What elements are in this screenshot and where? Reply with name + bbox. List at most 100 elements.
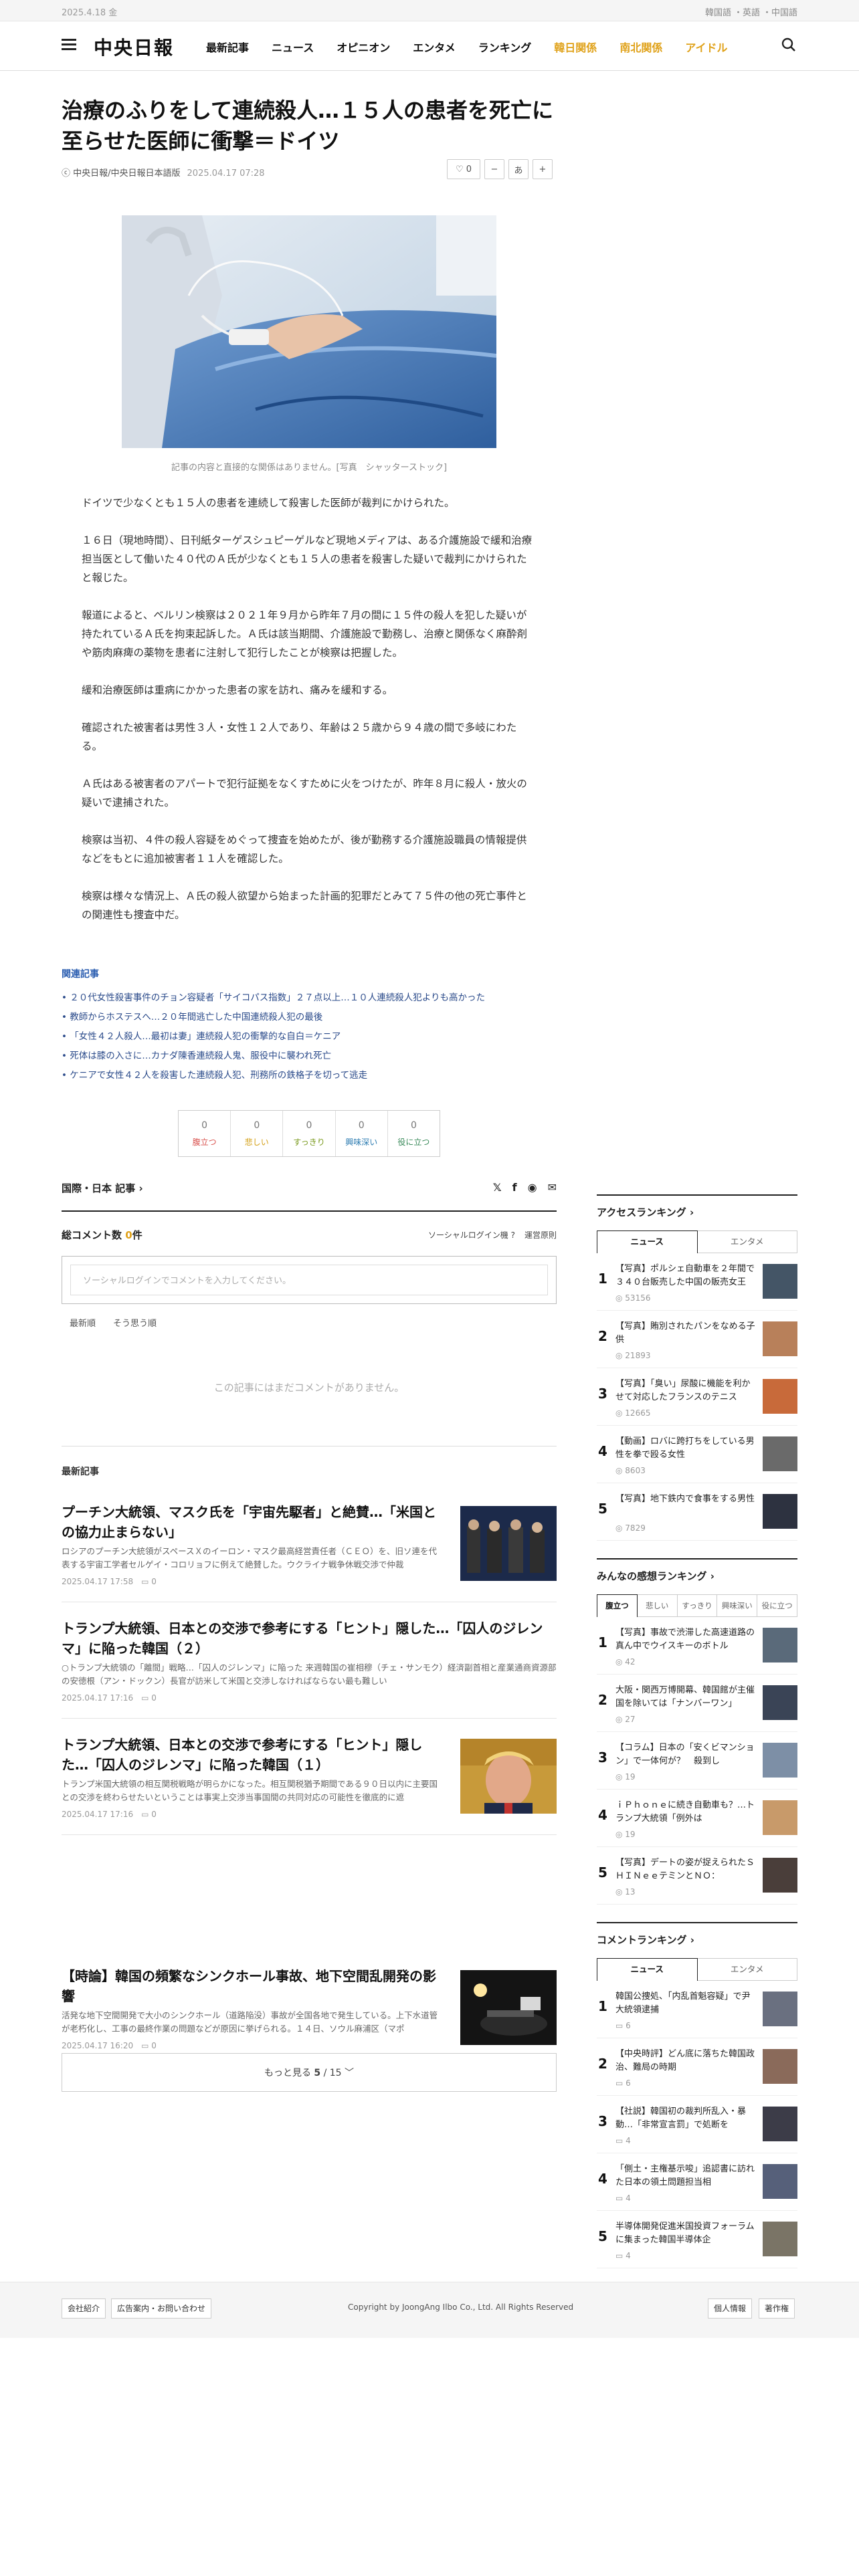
x-share-icon[interactable]: 𝕏	[493, 1181, 502, 1194]
menu-icon[interactable]	[62, 39, 76, 51]
related-label: 関連記事	[62, 969, 99, 980]
latest-article[interactable]: トランプ大統領、日本との交渉で参考にする「ヒント」隠した…「囚人のジレンマ」に陥…	[62, 1735, 557, 1835]
view-icon: ◎	[615, 1772, 626, 1782]
access-ranking-title[interactable]: アクセスランキング ›	[597, 1194, 797, 1225]
chevron-down-icon: ﹀	[345, 2068, 355, 2078]
font-increase-button[interactable]: +	[533, 159, 553, 179]
hospital-bed-illustration	[122, 215, 496, 448]
sort-latest[interactable]: 最新順	[70, 1319, 96, 1329]
comment-policy-link[interactable]: 運営原則	[524, 1229, 557, 1241]
latest-thumb[interactable]	[460, 1970, 557, 2045]
ranking-thumb	[763, 2164, 797, 2199]
copyright-button[interactable]: 著作権	[759, 2298, 795, 2319]
reaction-sad[interactable]: 0 悲しい	[231, 1111, 284, 1156]
article-paragraph: 検察は当初、４件の殺人容疑をめぐって捜査を始めたが、後が勤務する介護施設職員の情…	[82, 834, 527, 865]
latest-title[interactable]: トランプ大統領、日本との交渉で参考にする「ヒント」隠した…「囚人のジレンマ」に陥…	[62, 1618, 557, 1658]
section-link[interactable]: 国際・日本 記事 ›	[62, 1181, 143, 1195]
tab-sad[interactable]: 悲しい	[637, 1594, 678, 1617]
ranking-item[interactable]: 3 【社説】韓国初の裁判所乱入・暴動…「非常宣言罰」で処断を ▭ 4	[597, 2096, 797, 2153]
nav-opinion[interactable]: オピニオン	[337, 41, 390, 54]
social-login-link[interactable]: ソーシャルログイン機 ?	[428, 1229, 515, 1241]
ranking-item[interactable]: 4 ｉＰｈｏｎｅに続き自動車も？…トランプ大統領「例外は ◎ 19	[597, 1790, 797, 1847]
nav-news[interactable]: ニュース	[272, 41, 314, 54]
latest-thumb[interactable]	[460, 1506, 557, 1581]
comment-ranking-title[interactable]: コメントランキング ›	[597, 1922, 797, 1953]
tab-interesting[interactable]: 興味深い	[717, 1594, 758, 1617]
lang-english[interactable]: ・英語	[734, 8, 760, 18]
ranking-item[interactable]: 5 【写真】地下鉄内で食事をする男性 ◎ 7829	[597, 1483, 797, 1541]
ranking-item[interactable]: 4 「側土・主権基示唆」追認書に訪れた日本の領土問題担当相 ▭ 4	[597, 2153, 797, 2211]
view-icon: ◎	[615, 1351, 626, 1360]
related-link[interactable]: 死体は膝の入さに…カナダ陳香連続殺人鬼、服役中に襲われ死亡	[62, 1047, 557, 1066]
font-decrease-button[interactable]: −	[484, 159, 504, 179]
ranking-item[interactable]: 2 大阪・関西万博開幕、韓国館が主催国を除いては「ナンバーワン」 ◎ 27	[597, 1675, 797, 1732]
mail-share-icon[interactable]: ✉	[548, 1181, 557, 1194]
reaction-angry[interactable]: 0 腹立つ	[179, 1111, 231, 1156]
related-link[interactable]: 教師からホステスへ…２０年間逃亡した中国連続殺人犯の最後	[62, 1008, 557, 1027]
ranking-item[interactable]: 1 【写真】ポルシェ自動車を２年間で３４０台販売した中国の販売女王 ◎ 53156	[597, 1253, 797, 1311]
nav-korea-japan[interactable]: 韓日関係	[554, 41, 597, 54]
reaction-refreshing[interactable]: 0 すっきり	[283, 1111, 336, 1156]
related-link[interactable]: ２０代女性殺害事件のチョン容疑者「サイコパス指数」２７点以上…１０人連続殺人犯よ…	[62, 988, 557, 1008]
related-link[interactable]: ケニアで女性４２人を殺害した連続殺人犯、刑務所の鉄格子を切って逃走	[62, 1066, 557, 1085]
sort-agree[interactable]: そう思う順	[113, 1319, 157, 1329]
view-icon: ◎	[615, 1657, 626, 1667]
main-nav: 最新記事 ニュース オピニオン エンタメ ランキング 韓日関係 南北関係 アイドル	[206, 39, 751, 55]
related-link[interactable]: 「女性４２人殺人…最初は妻」連続殺人犯の衝撃的な自白＝ケニア	[62, 1027, 557, 1047]
tab-news[interactable]: ニュース	[597, 1958, 698, 1981]
lang-chinese[interactable]: ・中国語	[763, 8, 797, 18]
comment-sort-tabs: 最新順 そう思う順	[70, 1316, 174, 1329]
like-button[interactable]: ♡ 0	[447, 159, 480, 179]
ranking-item[interactable]: 3 【コラム】日本の「安くビマンション」で一体何が？ 殺到し ◎ 19	[597, 1732, 797, 1790]
nav-idol[interactable]: アイドル	[685, 41, 727, 54]
ranking-thumb	[763, 1685, 797, 1720]
latest-article[interactable]: プーチン大統領、マスク氏を「宇宙先駆者」と絶賛…「米国との協力止まらない」 ロシ…	[62, 1502, 557, 1602]
latest-thumb[interactable]	[460, 1739, 557, 1814]
latest-title[interactable]: プーチン大統領、マスク氏を「宇宙先駆者」と絶賛…「米国との協力止まらない」	[62, 1502, 443, 1542]
article-title: 治療のふりをして連続殺人…１５人の患者を死亡に至らせた医師に衝撃＝ドイツ	[62, 98, 554, 154]
tab-useful[interactable]: 役に立つ	[757, 1594, 797, 1617]
privacy-button[interactable]: 個人情報	[708, 2298, 753, 2319]
load-more-button[interactable]: もっと見る 5 / 15 ﹀	[62, 2053, 557, 2092]
copyright-icon: ⓒ	[62, 169, 74, 179]
line-share-icon[interactable]: ◉	[528, 1181, 537, 1194]
tab-entertainment[interactable]: エンタメ	[697, 1230, 797, 1253]
tab-news[interactable]: ニュース	[597, 1230, 698, 1253]
access-ranking: アクセスランキング › ニュース エンタメ 1 【写真】ポルシェ自動車を２年間で３…	[597, 1194, 797, 1541]
latest-article[interactable]: 【時論】韓国の頻繁なシンクホール事故、地下空間乱開発の影響 活発な地下空間開発で…	[62, 1966, 557, 2050]
nav-ranking[interactable]: ランキング	[478, 41, 532, 54]
comment-input[interactable]: ソーシャルログインでコメントを入力してください。	[70, 1265, 548, 1295]
ranking-item[interactable]: 1 【写真】事故で渋滞した高速道路の真ん中でウイスキーのボトル ◎ 42	[597, 1617, 797, 1675]
reaction-interesting[interactable]: 0 興味深い	[336, 1111, 388, 1156]
thumb-icon: ♡	[455, 164, 466, 175]
nav-north-south[interactable]: 南北関係	[619, 41, 662, 54]
ranking-item[interactable]: 2 【中央時評】どん底に落ちた韓国政治、難局の時期 ▭ 6	[597, 2038, 797, 2096]
view-icon: ◎	[615, 1408, 626, 1418]
nav-latest[interactable]: 最新記事	[206, 41, 249, 54]
ranking-item[interactable]: 1 韓国公捜処、「内乱首魁容疑」で尹大統領逮捕 ▭ 6	[597, 1981, 797, 2038]
ranking-item[interactable]: 5 半導体開発促進米国投資フォーラムに集まった韓国半導体企 ▭ 4	[597, 2211, 797, 2268]
company-info-button[interactable]: 会社紹介	[62, 2298, 106, 2319]
tab-entertainment[interactable]: エンタメ	[697, 1958, 797, 1981]
comment-ranking-tabs: ニュース エンタメ	[597, 1958, 797, 1981]
ad-contact-button[interactable]: 広告案内・お問い合わせ	[111, 2298, 212, 2319]
ranking-item[interactable]: 2 【写真】賄別されたパンをなめる子供 ◎ 21893	[597, 1311, 797, 1368]
ranking-item[interactable]: 4 【動画】ロバに跨打ちをしている男性を拳で殴る女性 ◎ 8603	[597, 1426, 797, 1483]
emotion-ranking-title[interactable]: みんなの感想ランキング ›	[597, 1558, 797, 1589]
view-icon: ◎	[615, 1466, 626, 1475]
facebook-share-icon[interactable]: f	[512, 1181, 517, 1194]
ranking-item[interactable]: 5 【写真】デートの姿が捉えられたＳＨＩＮｅｅテミンとＮＯ： ◎ 13	[597, 1847, 797, 1905]
latest-article[interactable]: トランプ大統領、日本との交渉で参考にする「ヒント」隠した…「囚人のジレンマ」に陥…	[62, 1618, 557, 1719]
reaction-useful[interactable]: 0 役に立つ	[388, 1111, 440, 1156]
latest-title[interactable]: トランプ大統領、日本との交渉で参考にする「ヒント」隠した…「囚人のジレンマ」に陥…	[62, 1735, 443, 1775]
nav-entertainment[interactable]: エンタメ	[413, 41, 456, 54]
article-paragraph: 報道によると、ベルリン検察は２０２１年９月から昨年７月の間に１５件の殺人を犯した…	[82, 609, 528, 659]
search-icon[interactable]	[781, 37, 796, 52]
lang-korean[interactable]: 韓国語	[705, 8, 731, 18]
tab-refreshing[interactable]: すっきり	[677, 1594, 718, 1617]
site-logo[interactable]: 中央日報	[94, 33, 174, 60]
ranking-item[interactable]: 3 【写真】「臭い」尿酸に機能を利かせて対応したフランスのテニス ◎ 12665	[597, 1368, 797, 1426]
latest-title[interactable]: 【時論】韓国の頻繁なシンクホール事故、地下空間乱開発の影響	[62, 1966, 443, 2006]
tab-angry[interactable]: 腹立つ	[597, 1594, 638, 1617]
latest-meta: 2025.04.17 17:16 ▭ 0	[62, 1693, 157, 1703]
